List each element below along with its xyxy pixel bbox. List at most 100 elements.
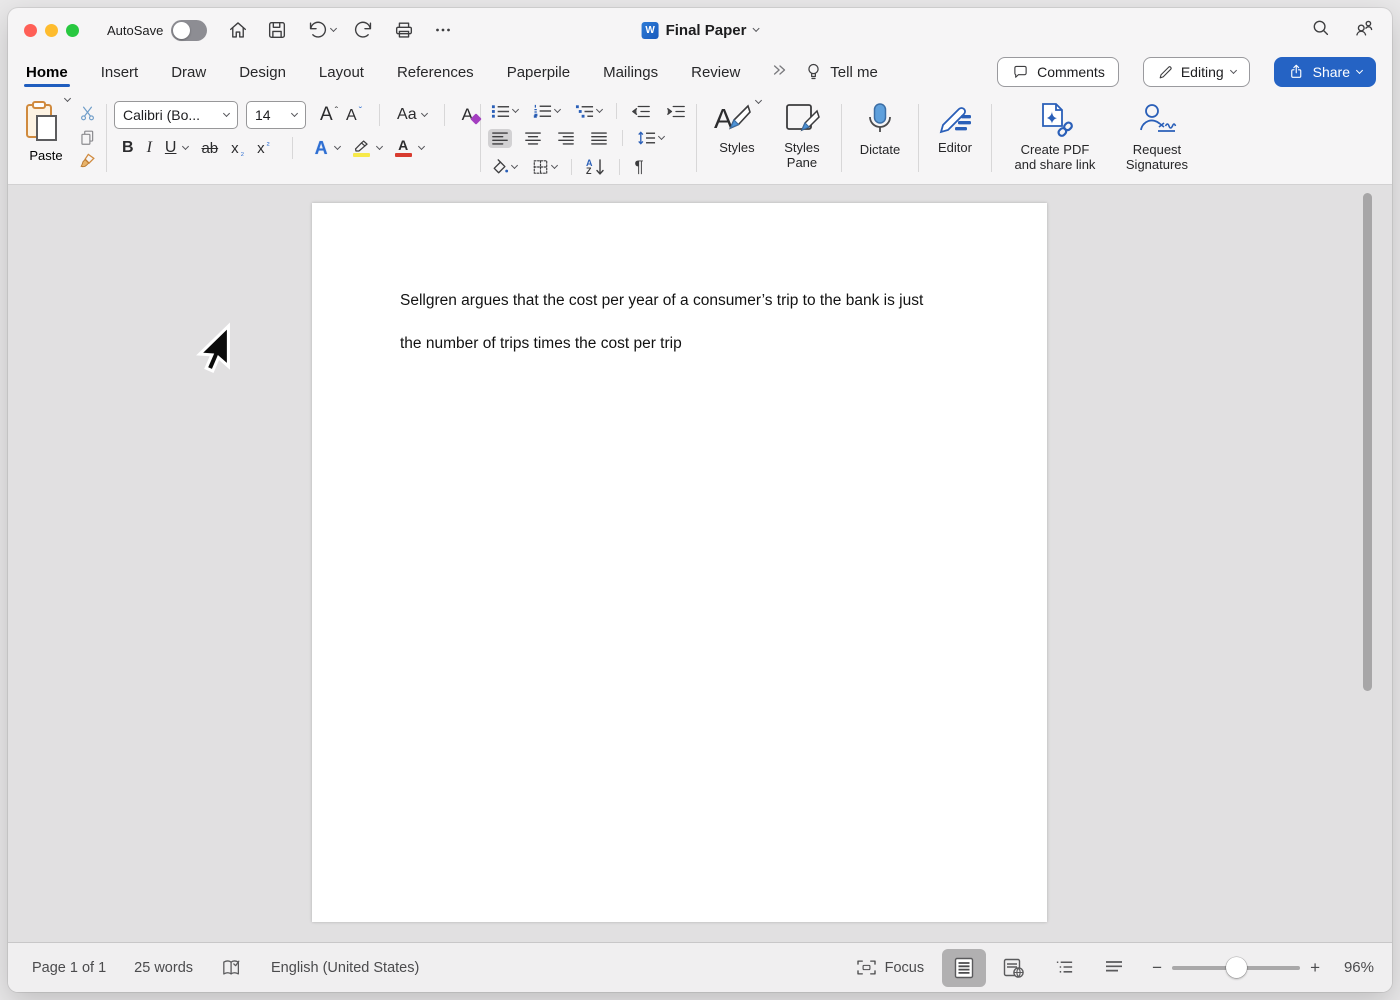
page-count[interactable]: Page 1 of 1 — [32, 960, 106, 976]
decrease-indent-button[interactable] — [628, 102, 654, 121]
document-page[interactable]: Sellgren argues that the cost per year o… — [312, 203, 1047, 922]
save-icon[interactable] — [266, 19, 288, 41]
document-area[interactable]: Sellgren argues that the cost per year o… — [8, 185, 1392, 942]
comments-button[interactable]: Comments — [997, 57, 1119, 87]
multilevel-list-button[interactable] — [572, 101, 605, 121]
proofing-status-icon[interactable] — [221, 958, 243, 978]
tab-draw[interactable]: Draw — [169, 55, 208, 90]
strikethrough-button[interactable]: ab — [201, 140, 218, 157]
styles-pane-button[interactable]: Styles Pane — [770, 92, 834, 184]
print-icon[interactable] — [393, 19, 415, 41]
grow-font-button[interactable]: Aˆ — [320, 104, 338, 126]
font-name-select[interactable]: Calibri (Bo... — [114, 101, 238, 129]
undo-button[interactable] — [305, 19, 336, 41]
tab-insert[interactable]: Insert — [99, 55, 141, 90]
zoom-level[interactable]: 96% — [1330, 959, 1374, 976]
borders-button[interactable] — [529, 157, 560, 177]
paragraph-marks-button[interactable]: ¶ — [631, 155, 646, 179]
document-title-label: Final Paper — [666, 22, 747, 39]
bullets-button[interactable] — [488, 101, 521, 121]
language-status[interactable]: English (United States) — [271, 960, 419, 976]
zoom-window-button[interactable] — [66, 24, 79, 37]
create-pdf-button[interactable]: Create PDF and share link — [999, 92, 1111, 184]
web-layout-view-button[interactable] — [992, 949, 1036, 987]
tab-home[interactable]: Home — [24, 55, 70, 90]
cut-icon[interactable] — [78, 104, 97, 128]
font-color-glyph: A — [398, 139, 408, 152]
comments-label: Comments — [1037, 64, 1105, 80]
text-effects-chevron-icon[interactable] — [334, 142, 341, 149]
zoom-out-button[interactable]: − — [1152, 958, 1162, 978]
change-case-button[interactable]: Aa — [397, 106, 427, 124]
tell-me[interactable]: Tell me — [805, 62, 878, 82]
search-icon[interactable] — [1310, 17, 1332, 44]
print-layout-view-button[interactable] — [942, 949, 986, 987]
close-window-button[interactable] — [24, 24, 37, 37]
clear-formatting-button[interactable]: A — [462, 105, 473, 125]
zoom-slider[interactable] — [1172, 966, 1300, 970]
editing-chevron-icon — [1230, 66, 1237, 73]
vertical-scrollbar[interactable] — [1363, 193, 1372, 691]
tab-design[interactable]: Design — [237, 55, 288, 90]
bold-button[interactable]: B — [122, 139, 134, 157]
tab-references[interactable]: References — [395, 55, 476, 90]
align-center-button[interactable] — [521, 129, 545, 148]
superscript-button[interactable]: x² — [257, 140, 270, 157]
document-text-line[interactable]: the number of trips times the cost per t… — [312, 311, 1047, 354]
tab-mailings[interactable]: Mailings — [601, 55, 660, 90]
request-signatures-button[interactable]: Request Signatures — [1111, 92, 1203, 184]
outline-view-button[interactable] — [1042, 949, 1086, 987]
autosave-toggle[interactable] — [171, 20, 207, 41]
font-size-select[interactable]: 14 — [246, 101, 306, 129]
shading-button[interactable] — [488, 157, 520, 177]
italic-button[interactable]: I — [147, 139, 152, 157]
document-text-line[interactable]: Sellgren argues that the cost per year o… — [312, 203, 1047, 311]
word-count[interactable]: 25 words — [134, 960, 193, 976]
editor-button[interactable]: Editor — [926, 92, 984, 184]
format-painter-icon[interactable] — [78, 152, 97, 176]
highlight-chevron-icon[interactable] — [376, 142, 383, 149]
paste-button[interactable]: Paste — [16, 100, 76, 184]
more-commands-icon[interactable] — [432, 19, 454, 41]
increase-indent-button[interactable] — [663, 102, 689, 121]
styles-chevron-icon — [755, 97, 762, 104]
sort-button[interactable]: A Z — [583, 157, 609, 178]
tab-overflow-icon[interactable] — [771, 63, 789, 82]
paste-chevron-icon[interactable] — [63, 95, 70, 102]
ribbon-home: Paste Calibri (Bo... — [8, 92, 1392, 185]
justify-button[interactable] — [587, 129, 611, 148]
styles-button[interactable]: A Styles — [704, 92, 770, 184]
share-button[interactable]: Share — [1274, 57, 1376, 87]
copy-icon[interactable] — [78, 128, 97, 152]
underline-button[interactable]: U — [165, 139, 177, 157]
tab-paperpile[interactable]: Paperpile — [505, 55, 572, 90]
dictate-button[interactable]: Dictate — [849, 92, 911, 184]
tab-review[interactable]: Review — [689, 55, 742, 90]
bullets-chevron-icon — [512, 105, 519, 112]
tab-layout[interactable]: Layout — [317, 55, 366, 90]
people-icon[interactable] — [1352, 17, 1376, 44]
subscript-button[interactable]: x₂ — [231, 140, 244, 157]
focus-button[interactable]: Focus — [856, 959, 925, 976]
redo-button[interactable] — [353, 19, 376, 41]
draft-view-button[interactable] — [1092, 949, 1136, 987]
minimize-window-button[interactable] — [45, 24, 58, 37]
shrink-font-button[interactable]: Aˇ — [346, 106, 362, 125]
title-chevron-icon[interactable] — [752, 24, 759, 31]
align-right-button[interactable] — [554, 129, 578, 148]
line-spacing-button[interactable] — [634, 128, 667, 148]
numbering-button[interactable] — [530, 101, 563, 121]
font-color-button[interactable]: A — [395, 139, 412, 157]
font-color-chevron-icon[interactable] — [418, 142, 425, 149]
home-icon[interactable] — [227, 19, 249, 41]
editing-mode-button[interactable]: Editing — [1143, 57, 1250, 87]
zoom-slider-thumb[interactable] — [1226, 957, 1247, 978]
underline-chevron-icon[interactable] — [182, 142, 189, 149]
small-divider — [571, 159, 572, 175]
highlight-button[interactable] — [353, 139, 370, 157]
text-effects-button[interactable]: A — [315, 138, 328, 159]
undo-chevron-icon[interactable] — [330, 24, 337, 31]
align-left-button[interactable] — [488, 129, 512, 148]
zoom-in-button[interactable]: + — [1310, 958, 1320, 978]
document-title[interactable]: W Final Paper — [642, 22, 759, 39]
